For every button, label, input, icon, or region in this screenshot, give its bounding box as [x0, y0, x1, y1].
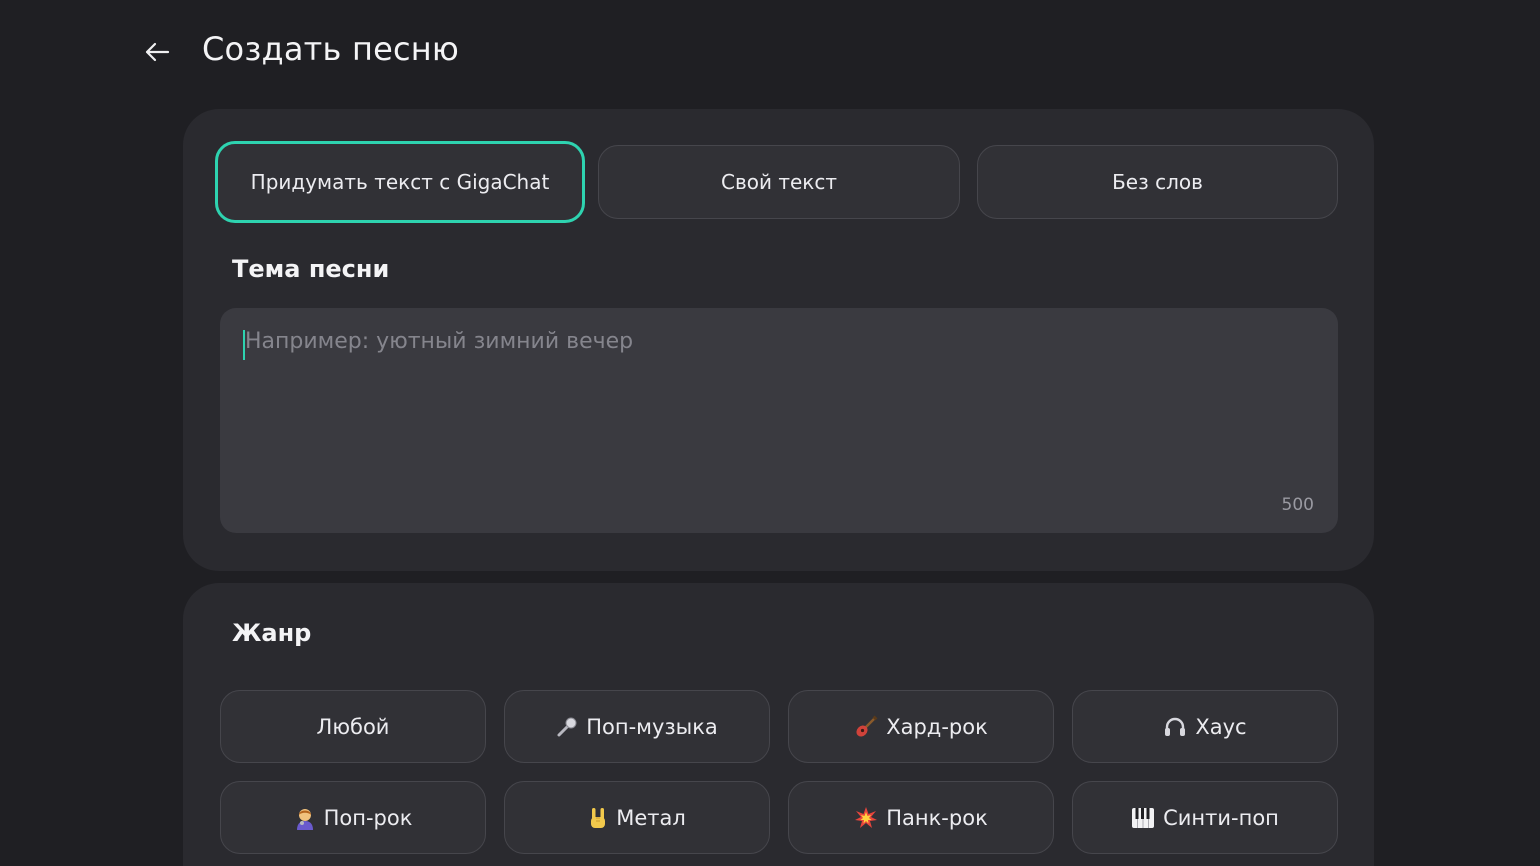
genre-any-button[interactable]: Любой: [220, 690, 486, 763]
genre-label: Поп-музыка: [586, 714, 718, 739]
singer-icon: [294, 806, 316, 830]
theme-placeholder: Например: уютный зимний вечер: [245, 329, 634, 354]
genre-pop-button[interactable]: Поп-музыка: [504, 690, 770, 763]
tab-label: Свой текст: [720, 170, 838, 194]
theme-label: Тема песни: [232, 255, 390, 283]
explosion-icon: [854, 806, 878, 830]
lyrics-mode-tabs: Придумать текст с GigaChat Свой текст Бе…: [215, 141, 1338, 223]
page-header: Создать песню: [140, 24, 459, 74]
genre-label: Поп-рок: [323, 805, 413, 830]
microphone-icon: [556, 716, 578, 738]
genre-label: Хаус: [1195, 714, 1247, 739]
tab-label: Придумать текст с GigaChat: [250, 170, 550, 194]
genre-hard-rock-button[interactable]: Хард-рок: [788, 690, 1054, 763]
genre-label: Панк-рок: [886, 805, 988, 830]
genre-synth-pop-button[interactable]: Синти-поп: [1072, 781, 1338, 854]
song-theme-textarea[interactable]: Например: уютный зимний вечер 500: [220, 308, 1338, 533]
rock-hand-icon: [588, 806, 608, 830]
genre-pop-rock-button[interactable]: Поп-рок: [220, 781, 486, 854]
create-song-page: Создать песню Придумать текст с GigaChat…: [0, 0, 1540, 866]
genre-card: Жанр Любой Поп-музыка Хард-рок Хаус Поп-…: [183, 583, 1374, 866]
arrow-left-icon: [145, 42, 170, 62]
tab-label: Без слов: [1112, 170, 1203, 194]
genre-punk-rock-button[interactable]: Панк-рок: [788, 781, 1054, 854]
genre-label: Любой: [316, 714, 390, 739]
tab-instrumental[interactable]: Без слов: [977, 145, 1338, 219]
back-button[interactable]: [140, 35, 174, 69]
genre-label: Метал: [616, 805, 686, 830]
page-title: Создать песню: [202, 30, 460, 68]
tab-gigachat-lyrics[interactable]: Придумать текст с GigaChat: [215, 141, 585, 223]
genre-metal-button[interactable]: Метал: [504, 781, 770, 854]
genre-label: Жанр: [232, 619, 312, 647]
genre-label: Синти-поп: [1163, 805, 1279, 830]
tab-own-lyrics[interactable]: Свой текст: [598, 145, 960, 219]
genre-label: Хард-рок: [886, 714, 988, 739]
headphones-icon: [1163, 715, 1187, 739]
genre-house-button[interactable]: Хаус: [1072, 690, 1338, 763]
keyboard-icon: [1131, 807, 1155, 829]
lyrics-card: Придумать текст с GigaChat Свой текст Бе…: [183, 109, 1374, 571]
character-counter: 500: [1281, 495, 1314, 515]
guitar-icon: [854, 715, 878, 739]
